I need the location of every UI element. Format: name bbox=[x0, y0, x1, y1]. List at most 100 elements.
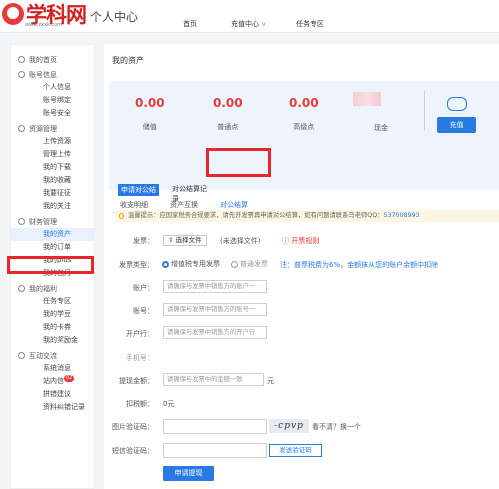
asset-premium-points: 0.00 高级点 bbox=[289, 96, 319, 132]
sidebar-home[interactable]: 我的首页 bbox=[11, 53, 94, 66]
sidebar-group-benefits: 我的福利 任务专区 我的学豆 我的卡券 我的奖励金 bbox=[11, 282, 94, 347]
amount-unit: 元 bbox=[267, 377, 274, 385]
sms-code-input[interactable] bbox=[163, 443, 267, 458]
sidebar-item-favorites[interactable]: 我的收藏 bbox=[11, 174, 94, 187]
amount-input[interactable]: 请确保与发票中的金额一致 bbox=[163, 373, 264, 386]
tab-income-expense[interactable]: 收支明细 bbox=[120, 200, 148, 210]
sidebar-item-manage-uploads[interactable]: 管理上传 bbox=[11, 148, 94, 161]
bank-label: 开户行： bbox=[126, 330, 154, 338]
highlight-box bbox=[206, 148, 271, 177]
sidebar-group-title: 我的福利 bbox=[11, 282, 94, 295]
sidebar-group-title: 互动交流 bbox=[11, 349, 94, 362]
home-icon bbox=[18, 56, 25, 63]
cash-value-redacted bbox=[353, 92, 381, 106]
amount-label: 提现金额： bbox=[119, 377, 154, 385]
sidebar-group-interaction: 互动交流 系统消息 站内信 02 拼错建议 资料纠错记录 bbox=[11, 349, 94, 414]
type-normal-label: 普通发票 bbox=[240, 260, 268, 268]
tax-value: 0元 bbox=[163, 400, 175, 408]
subtab-apply[interactable]: 申请对公结 bbox=[118, 184, 159, 196]
asset-cash: 现金 bbox=[374, 123, 388, 133]
notice-text: 应国家税务合规要求，请先开发票再申请对公结算，如有问题请联系马老师QQ： bbox=[159, 212, 384, 219]
wallet-icon bbox=[18, 218, 25, 225]
sidebar-group-resources: 资源管理 上传资源 管理上传 我的下载 我的收藏 我要征征 我的关注 bbox=[11, 122, 94, 213]
captcha-label: 图片验证码： bbox=[112, 423, 154, 431]
logo-subtitle: www.zxxk.com bbox=[25, 22, 63, 28]
folder-icon bbox=[18, 125, 25, 132]
assets-summary: 0.00 储值 0.00 普通点 0.00 高级点 现金 充值 bbox=[109, 81, 499, 190]
sidebar-item-system-messages[interactable]: 系统消息 bbox=[11, 362, 94, 375]
sidebar-item-rewards[interactable]: 我的奖励金 bbox=[11, 334, 94, 347]
submit-withdrawal-button[interactable]: 申请提现 bbox=[163, 466, 214, 481]
messages-badge: 02 bbox=[64, 375, 75, 382]
invoice-type-label: 发票类型： bbox=[119, 261, 154, 269]
tab-corporate-settlement[interactable]: 对公结算 bbox=[220, 200, 248, 210]
divider bbox=[424, 91, 425, 131]
notice-qq: 537008993 bbox=[383, 212, 420, 219]
sidebar-item-suggestions[interactable]: 拼错建议 bbox=[11, 388, 94, 401]
type-special-label: 增值税专用发票 bbox=[171, 260, 220, 268]
captcha-image[interactable]: -cpvp bbox=[269, 419, 309, 433]
asset-label: 高级点 bbox=[293, 123, 315, 131]
sidebar-item-beans[interactable]: 我的学豆 bbox=[11, 308, 94, 321]
nav-home[interactable]: 首页 bbox=[183, 19, 197, 29]
asset-value: 0.00 bbox=[135, 96, 165, 110]
sidebar-group-title: 资源管理 bbox=[11, 122, 94, 135]
nav-tasks[interactable]: 任务专区 bbox=[296, 19, 324, 29]
invoice-rules-link[interactable]: ⓘ 开票规则 bbox=[282, 236, 319, 246]
asset-value: 0.00 bbox=[289, 96, 319, 110]
sidebar-group-title: 财务管理 bbox=[11, 215, 94, 228]
page-title: 我的资产 bbox=[112, 56, 144, 65]
tax-label: 扣税额： bbox=[126, 400, 154, 408]
sidebar-item-following[interactable]: 我的关注 bbox=[11, 200, 94, 213]
asset-label: 储值 bbox=[142, 123, 157, 131]
nav-recharge[interactable]: 充值中心 ∨ bbox=[231, 19, 266, 29]
sidebar-item-downloads[interactable]: 我的下载 bbox=[11, 161, 94, 174]
sidebar-home-label: 我的首页 bbox=[29, 55, 57, 64]
account-label: 账户： bbox=[133, 284, 154, 292]
invoice-type-special[interactable]: 增值税专用发票 bbox=[162, 259, 220, 269]
sidebar-item-security[interactable]: 账号安全 bbox=[11, 107, 94, 120]
sidebar-item-requests[interactable]: 我要征征 bbox=[11, 187, 94, 200]
asset-label: 现金 bbox=[374, 124, 388, 132]
logo-mark-icon bbox=[2, 3, 24, 25]
sidebar-item-coupons[interactable]: 我的卡券 bbox=[11, 321, 94, 334]
captcha-refresh-link[interactable]: 看不清？换一个 bbox=[312, 422, 361, 432]
highlight-box bbox=[7, 256, 94, 274]
phone-label: 手机号： bbox=[126, 354, 154, 362]
subtab-records[interactable]: 对公结算记录 bbox=[172, 184, 212, 204]
account-input[interactable]: 请确保与发票中销售方的账户一 bbox=[163, 280, 267, 293]
bank-input[interactable]: 请确保与发票中销售方的开户行 bbox=[163, 326, 267, 339]
sidebar-item-tasks[interactable]: 任务专区 bbox=[11, 295, 94, 308]
sidebar-item-orders[interactable]: 我的订单 bbox=[11, 241, 94, 254]
chevron-down-icon: ∨ bbox=[261, 20, 267, 28]
top-bar: 学科网 www.zxxk.com 个人中心 首页 充值中心 ∨ 任务专区 bbox=[0, 0, 499, 33]
sidebar-group-account: 账号信息 个人信息 账号绑定 账号安全 bbox=[11, 68, 94, 120]
account-number-input[interactable]: 请确保与发票中销售方的账号一 bbox=[163, 303, 267, 316]
sidebar-item-corrections[interactable]: 资料纠错记录 bbox=[11, 401, 94, 414]
asset-stored-value: 0.00 储值 bbox=[135, 96, 165, 132]
main-panel: 我的资产 0.00 储值 0.00 普通点 0.00 高级点 现金 充值 收支明细 资… bbox=[104, 44, 499, 489]
sidebar-item-profile[interactable]: 个人信息 bbox=[11, 81, 94, 94]
number-label: 账号： bbox=[133, 307, 154, 315]
inbox-label: 站内信 bbox=[43, 377, 64, 385]
invoice-type-note: 注：普票税费为6%，金额抹从您的账户余额中扣除 bbox=[280, 260, 438, 270]
recharge-button[interactable]: 充值 bbox=[437, 117, 476, 133]
invoice-type-normal[interactable]: 普通发票 bbox=[231, 259, 268, 269]
note-prefix: 注： bbox=[280, 261, 294, 269]
sidebar-item-inbox[interactable]: 站内信 02 bbox=[11, 375, 94, 388]
sidebar-group-title: 账号信息 bbox=[11, 68, 94, 81]
radio-selected[interactable] bbox=[162, 260, 169, 268]
chat-icon bbox=[18, 352, 25, 359]
asset-normal-points: 0.00 普通点 bbox=[213, 96, 243, 132]
sidebar-item-binding[interactable]: 账号绑定 bbox=[11, 94, 94, 107]
group-title-label: 互动交流 bbox=[29, 351, 57, 360]
sidebar-item-assets[interactable]: 我的资产 bbox=[11, 228, 94, 241]
send-code-button[interactable]: 发送验证码 bbox=[269, 444, 322, 457]
captcha-input[interactable] bbox=[163, 419, 267, 434]
radio-unselected[interactable] bbox=[231, 260, 238, 268]
choose-file-button[interactable]: ⇧ 选择文件 bbox=[163, 235, 207, 246]
group-title-label: 资源管理 bbox=[29, 124, 57, 133]
star-icon bbox=[18, 71, 25, 78]
sidebar-item-upload[interactable]: 上传资源 bbox=[11, 135, 94, 148]
group-title-label: 账号信息 bbox=[29, 70, 57, 79]
